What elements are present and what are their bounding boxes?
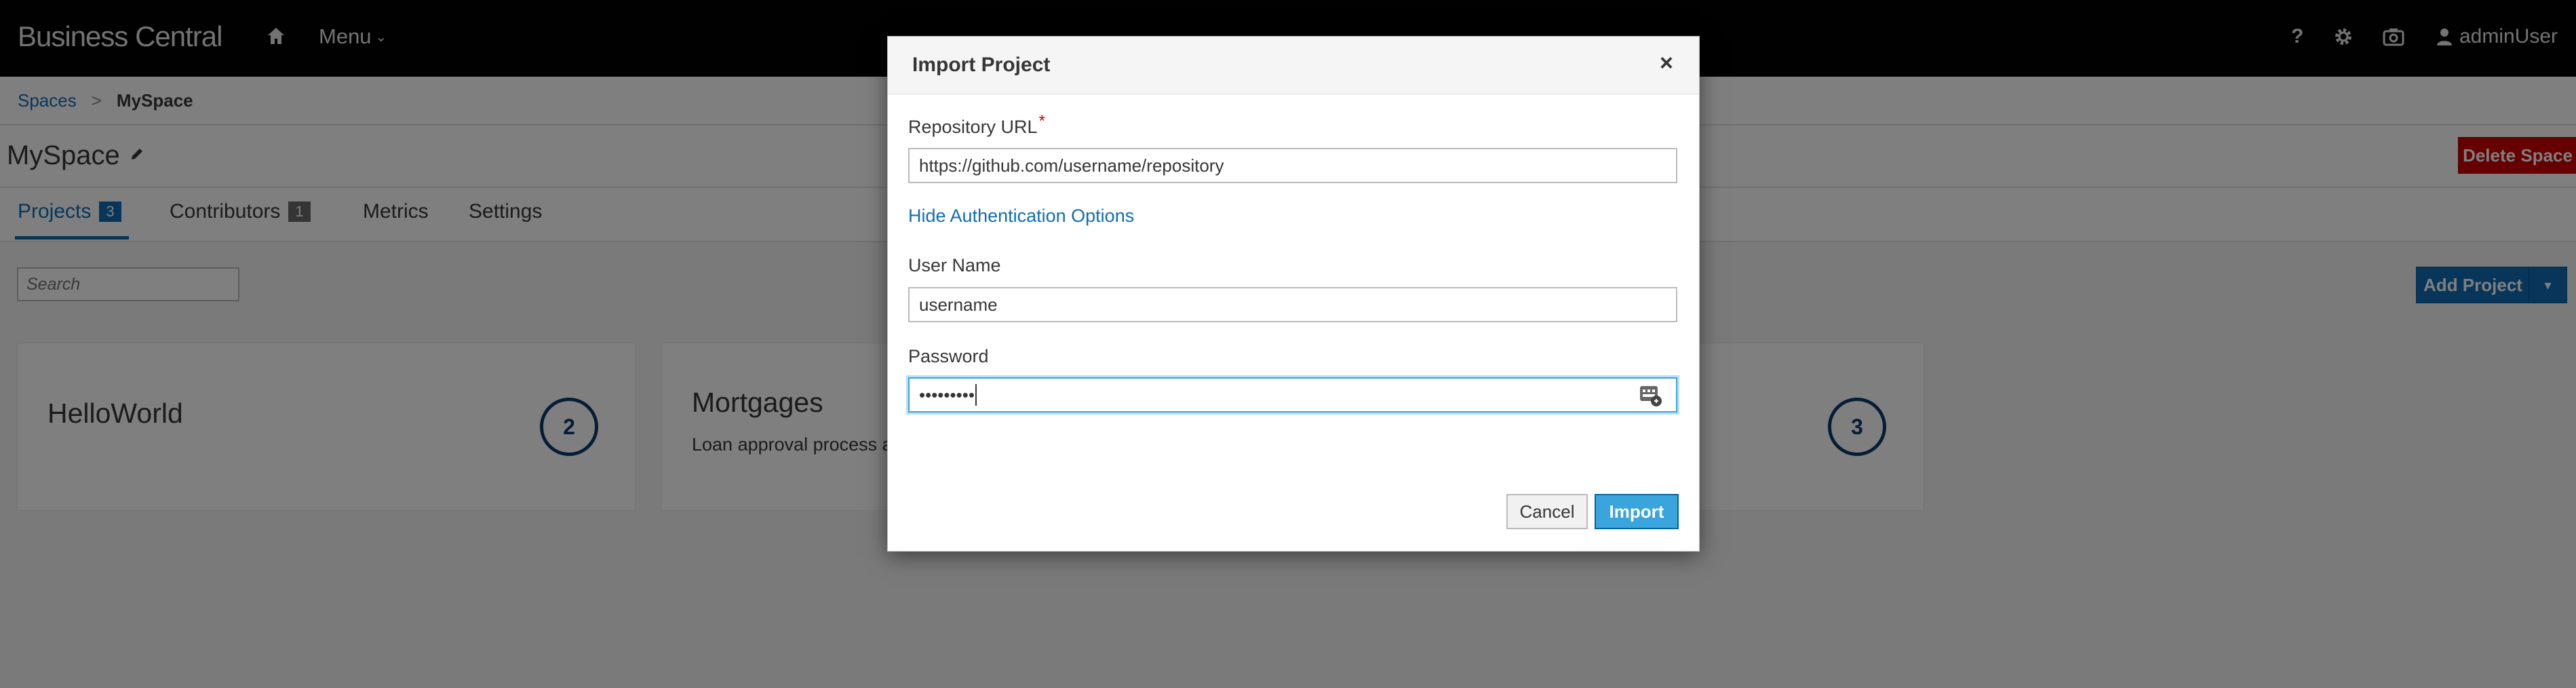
password-input[interactable]: •••••••••	[908, 377, 1677, 413]
dialog-header: Import Project ×	[888, 37, 1699, 94]
input-value: •••••••••	[919, 384, 975, 405]
label-text: Repository URL	[908, 117, 1038, 137]
required-marker: *	[1038, 112, 1045, 130]
input-value: https://github.com/username/repository	[919, 155, 1224, 176]
password-label: Password	[908, 346, 989, 366]
input-value: username	[919, 294, 998, 315]
repository-url-label: Repository URL*	[908, 112, 1045, 138]
close-icon[interactable]: ×	[1660, 50, 1673, 77]
password-manager-icon[interactable]	[1639, 385, 1662, 412]
dialog-title: Import Project	[912, 54, 1051, 76]
hide-auth-options-link[interactable]: Hide Authentication Options	[908, 206, 1134, 227]
text-cursor	[975, 384, 977, 406]
username-label: User Name	[908, 255, 1001, 275]
username-input[interactable]: username	[908, 287, 1677, 322]
import-project-dialog: Import Project × Repository URL* https:/…	[887, 36, 1700, 552]
repository-url-input[interactable]: https://github.com/username/repository	[908, 148, 1677, 183]
cancel-button[interactable]: Cancel	[1506, 494, 1588, 529]
import-button[interactable]: Import	[1595, 494, 1679, 529]
